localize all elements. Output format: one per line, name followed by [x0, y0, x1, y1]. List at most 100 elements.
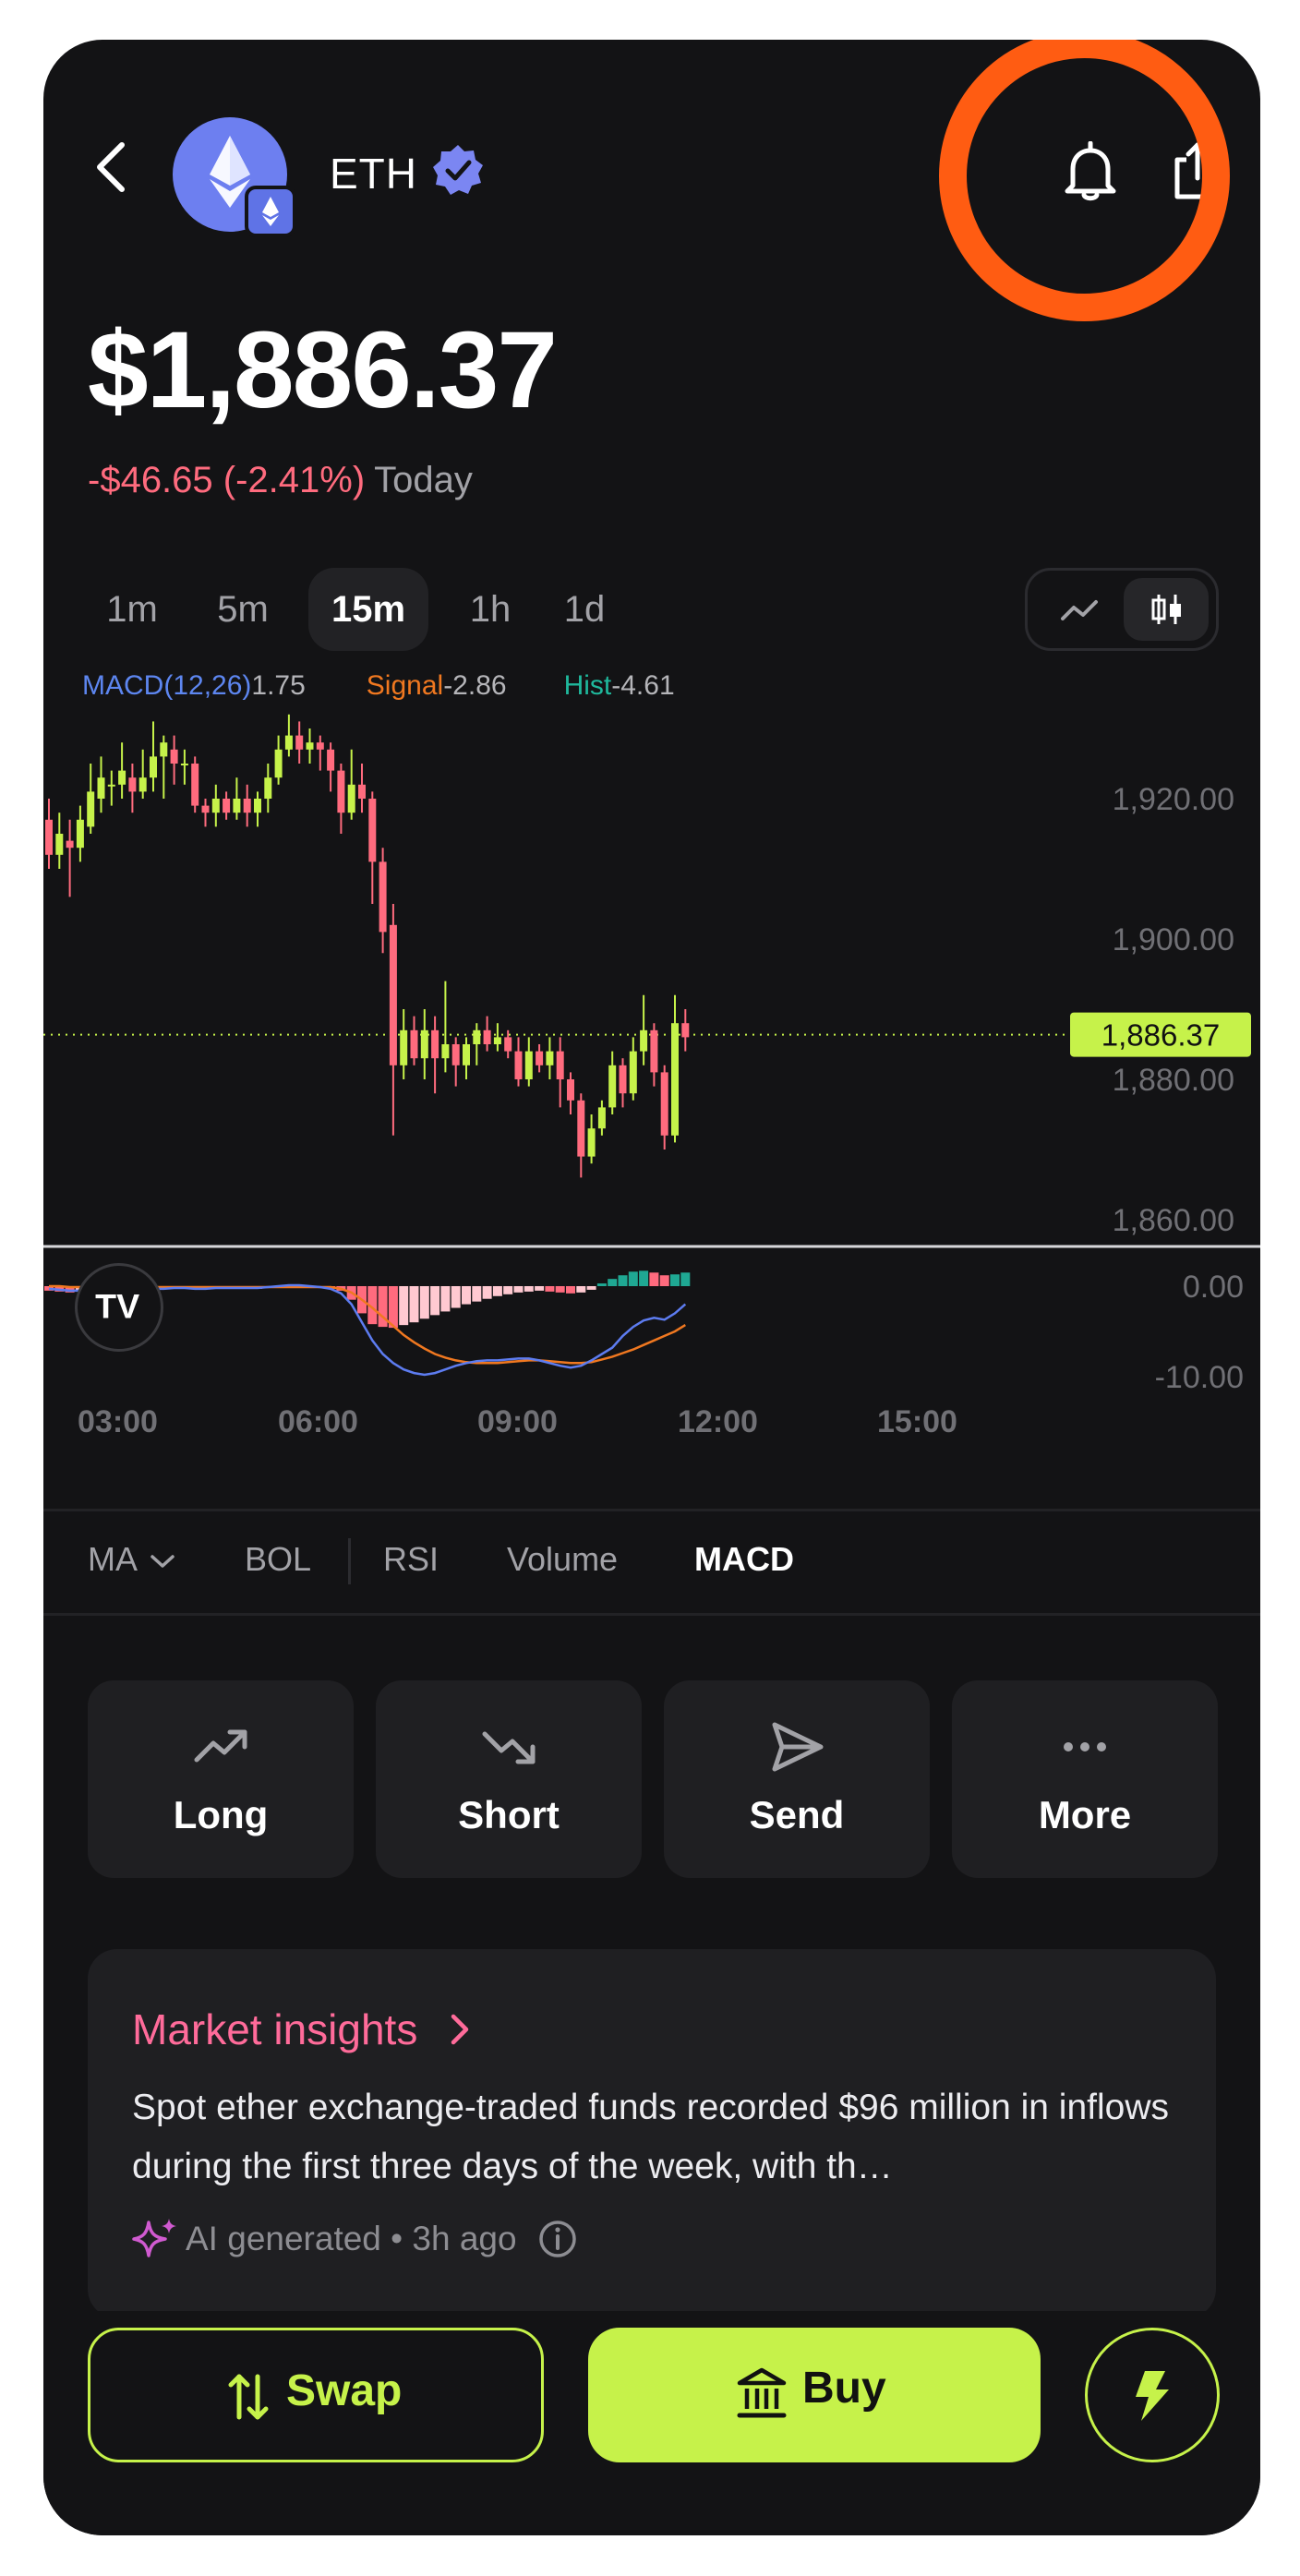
candle — [45, 819, 53, 855]
candle — [306, 742, 314, 750]
candle — [347, 784, 355, 813]
macd-histogram-bar — [628, 1271, 638, 1286]
macd-histogram-bar — [462, 1286, 471, 1305]
price-tick-label: 1,920.00 — [1113, 782, 1234, 817]
price-tick-label: 1,860.00 — [1113, 1203, 1234, 1238]
candle — [170, 749, 178, 764]
candle — [211, 799, 220, 813]
candle — [536, 1051, 544, 1065]
insights-title-text: Market insights — [132, 2005, 418, 2053]
quick-trade-button[interactable] — [1085, 2328, 1220, 2462]
long-button[interactable]: Long — [88, 1680, 354, 1878]
more-button[interactable]: More — [952, 1680, 1218, 1878]
candle — [567, 1079, 574, 1101]
indicator-tab-bol[interactable]: BOL — [245, 1540, 311, 1579]
price-tick-label: 1,880.00 — [1113, 1063, 1234, 1098]
tradingview-logo: TV — [75, 1263, 163, 1352]
macd-histogram-bar — [566, 1286, 575, 1294]
candle — [463, 1044, 470, 1065]
candle — [66, 840, 74, 849]
indicator-label: MA — [88, 1540, 137, 1578]
candle — [358, 784, 366, 799]
candle — [264, 777, 272, 799]
macd-histogram-bar — [618, 1275, 628, 1286]
price-chart[interactable]: 1,920.00 1,900.00 1,880.00 1,860.00 1,886.37… — [43, 40, 1260, 1462]
macd-histogram-bar — [399, 1286, 409, 1326]
macd-histogram-bar — [388, 1286, 398, 1329]
swap-arrows-icon — [228, 2374, 269, 2420]
swap-button[interactable]: Swap — [88, 2328, 544, 2462]
candle — [650, 1029, 658, 1073]
candle — [410, 1029, 418, 1059]
macd-histogram-bar — [503, 1286, 513, 1294]
candle — [368, 799, 377, 862]
send-button[interactable]: Send — [664, 1680, 930, 1878]
buy-button[interactable]: Buy — [588, 2328, 1041, 2462]
candle — [556, 1051, 564, 1079]
divider — [43, 1509, 1260, 1511]
macd-histogram-bar — [545, 1286, 555, 1292]
time-label: 09:00 — [477, 1404, 558, 1439]
macd-histogram-bar — [409, 1286, 419, 1323]
chevron-right-icon — [451, 2014, 469, 2045]
candle — [681, 1023, 690, 1038]
short-label: Short — [458, 1793, 560, 1836]
lightning-icon — [1136, 2371, 1169, 2421]
swap-label: Swap — [286, 2366, 403, 2415]
candle — [504, 1037, 512, 1052]
candle — [629, 1051, 637, 1094]
insights-meta-text: AI generated • 3h ago — [186, 2220, 517, 2257]
candle — [577, 1100, 585, 1157]
candle — [97, 777, 105, 799]
macd-histogram-bar — [596, 1283, 607, 1286]
time-label: 15:00 — [877, 1404, 957, 1439]
info-icon[interactable] — [537, 2219, 578, 2259]
macd-histogram-bar — [430, 1286, 440, 1316]
macd-histogram-bar — [649, 1272, 659, 1286]
insights-body: Spot ether exchange-traded funds recorde… — [132, 2088, 1170, 2186]
indicator-tab-rsi[interactable]: RSI — [383, 1540, 439, 1579]
chevron-down-icon — [150, 1555, 175, 1568]
candle — [223, 799, 231, 813]
candle — [389, 924, 397, 1065]
candle — [483, 1029, 491, 1044]
candle — [201, 805, 210, 813]
long-label: Long — [173, 1793, 269, 1836]
buy-label: Buy — [802, 2364, 886, 2413]
more-label: More — [1038, 1793, 1132, 1836]
more-icon — [1064, 1742, 1106, 1751]
macd-histogram-bar — [472, 1286, 482, 1302]
indicator-separator — [348, 1538, 351, 1584]
candle — [274, 749, 283, 778]
candle — [191, 764, 199, 806]
macd-histogram-bar — [680, 1272, 691, 1286]
candle — [233, 799, 241, 813]
market-insights-card[interactable]: Market insights Spot ether exchange-trad… — [88, 1949, 1216, 2318]
macd-histogram-bar — [576, 1286, 586, 1293]
candle — [55, 834, 64, 855]
macd-histogram-bar — [513, 1286, 524, 1293]
macd-histogram-bar — [451, 1286, 461, 1308]
candle — [619, 1065, 627, 1094]
candle — [138, 777, 147, 792]
candle — [87, 791, 95, 827]
time-label: 06:00 — [278, 1404, 358, 1439]
indicator-tab-volume[interactable]: Volume — [507, 1540, 618, 1579]
macd-histogram-bar — [419, 1286, 429, 1319]
current-price-tag-label: 1,886.37 — [1101, 1018, 1220, 1053]
short-button[interactable]: Short — [376, 1680, 642, 1878]
divider — [43, 1613, 1260, 1616]
candle — [107, 784, 115, 787]
macd-histogram-bar — [586, 1286, 596, 1290]
macd-histogram-bar — [608, 1279, 618, 1286]
macd-histogram-bar — [535, 1286, 545, 1291]
macd-histogram-bar — [639, 1270, 649, 1286]
candle — [316, 742, 324, 750]
indicator-tab-ma[interactable]: MA — [88, 1540, 176, 1579]
insights-title[interactable]: Market insights — [132, 2004, 474, 2054]
indicator-tab-macd[interactable]: MACD — [694, 1540, 794, 1579]
candle — [243, 799, 251, 813]
macd-histogram-bar — [659, 1275, 669, 1286]
candle — [76, 819, 84, 849]
candle — [379, 861, 387, 933]
